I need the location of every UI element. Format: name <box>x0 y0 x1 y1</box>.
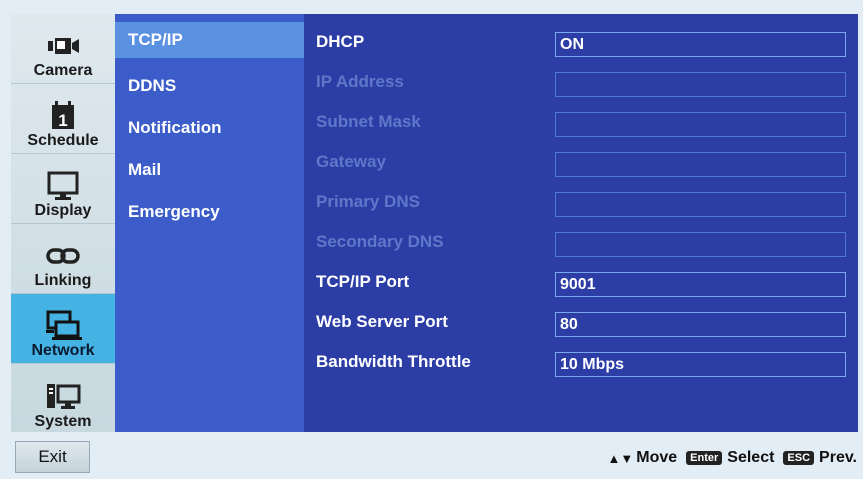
setting-label: IP Address <box>316 72 404 91</box>
computer-icon <box>43 381 83 413</box>
setting-label: TCP/IP Port <box>316 272 410 291</box>
dhcp-field[interactable]: ON <box>555 32 846 57</box>
setting-row-gateway: Gateway <box>304 142 858 182</box>
web-server-port-field[interactable]: 80 <box>555 312 846 337</box>
category-rail: Camera 1 Schedule Display Linking Networ… <box>11 14 115 432</box>
submenu-item-notification[interactable]: Notification <box>115 108 304 148</box>
setting-label: Secondary DNS <box>316 232 444 251</box>
rail-item-system[interactable]: System <box>11 364 115 434</box>
submenu-item-emergency[interactable]: Emergency <box>115 192 304 232</box>
rail-item-label: Network <box>31 342 95 359</box>
network-icon <box>43 310 83 342</box>
setting-label: Web Server Port <box>316 312 448 331</box>
setting-row-web-server-port: Web Server Port 80 <box>304 302 858 342</box>
prev-hint: Prev. <box>819 449 857 466</box>
rail-item-network[interactable]: Network <box>11 294 115 364</box>
rail-item-label: System <box>34 413 92 430</box>
rail-item-label: Schedule <box>27 132 99 149</box>
rail-item-label: Linking <box>34 272 92 289</box>
setting-label: Bandwidth Throttle <box>316 352 471 371</box>
rail-item-display[interactable]: Display <box>11 154 115 224</box>
setting-row-primary-dns: Primary DNS <box>304 182 858 222</box>
setting-row-tcpip-port: TCP/IP Port 9001 <box>304 262 858 302</box>
submenu-item-tcpip[interactable]: TCP/IP <box>115 22 304 58</box>
secondary-dns-field <box>555 232 846 257</box>
setting-row-bandwidth-throttle: Bandwidth Throttle 10 Mbps <box>304 342 858 382</box>
setting-row-secondary-dns: Secondary DNS <box>304 222 858 262</box>
rail-item-schedule[interactable]: 1 Schedule <box>11 84 115 154</box>
calendar-icon: 1 <box>43 100 83 132</box>
up-down-arrow-icon: ▲▼ <box>607 450 634 466</box>
network-submenu: TCP/IP DDNS Notification Mail Emergency <box>115 14 304 432</box>
setting-row-subnet-mask: Subnet Mask <box>304 102 858 142</box>
submenu-item-mail[interactable]: Mail <box>115 150 304 190</box>
rail-item-label: Camera <box>33 62 93 79</box>
setting-label: Subnet Mask <box>316 112 421 131</box>
setting-row-dhcp: DHCP ON <box>304 22 858 62</box>
esc-key-badge: ESC <box>783 451 815 465</box>
svg-text:1: 1 <box>58 111 67 130</box>
primary-dns-field <box>555 192 846 217</box>
subnet-mask-field <box>555 112 846 137</box>
setting-row-ip-address: IP Address <box>304 62 858 102</box>
ip-address-field <box>555 72 846 97</box>
rail-item-camera[interactable]: Camera <box>11 14 115 84</box>
settings-window: Camera 1 Schedule Display Linking Networ… <box>11 14 858 432</box>
gateway-field <box>555 152 846 177</box>
link-icon <box>43 240 83 272</box>
key-hints: ▲▼ Move Enter Select ESC Prev. <box>608 446 857 470</box>
tcpip-settings-panel: DHCP ON IP Address Subnet Mask Gateway P… <box>304 14 858 432</box>
enter-key-badge: Enter <box>686 451 723 465</box>
setting-label: Primary DNS <box>316 192 420 211</box>
setting-label: Gateway <box>316 152 386 171</box>
bandwidth-throttle-field[interactable]: 10 Mbps <box>555 352 846 377</box>
submenu-item-ddns[interactable]: DDNS <box>115 66 304 106</box>
rail-item-label: Display <box>34 202 92 219</box>
move-hint: Move <box>636 449 678 466</box>
rail-item-linking[interactable]: Linking <box>11 224 115 294</box>
select-hint: Select <box>727 449 775 466</box>
tcpip-port-field[interactable]: 9001 <box>555 272 846 297</box>
setting-label: DHCP <box>316 32 365 51</box>
camera-icon <box>43 30 83 62</box>
exit-button[interactable]: Exit <box>15 441 90 473</box>
monitor-icon <box>43 170 83 202</box>
